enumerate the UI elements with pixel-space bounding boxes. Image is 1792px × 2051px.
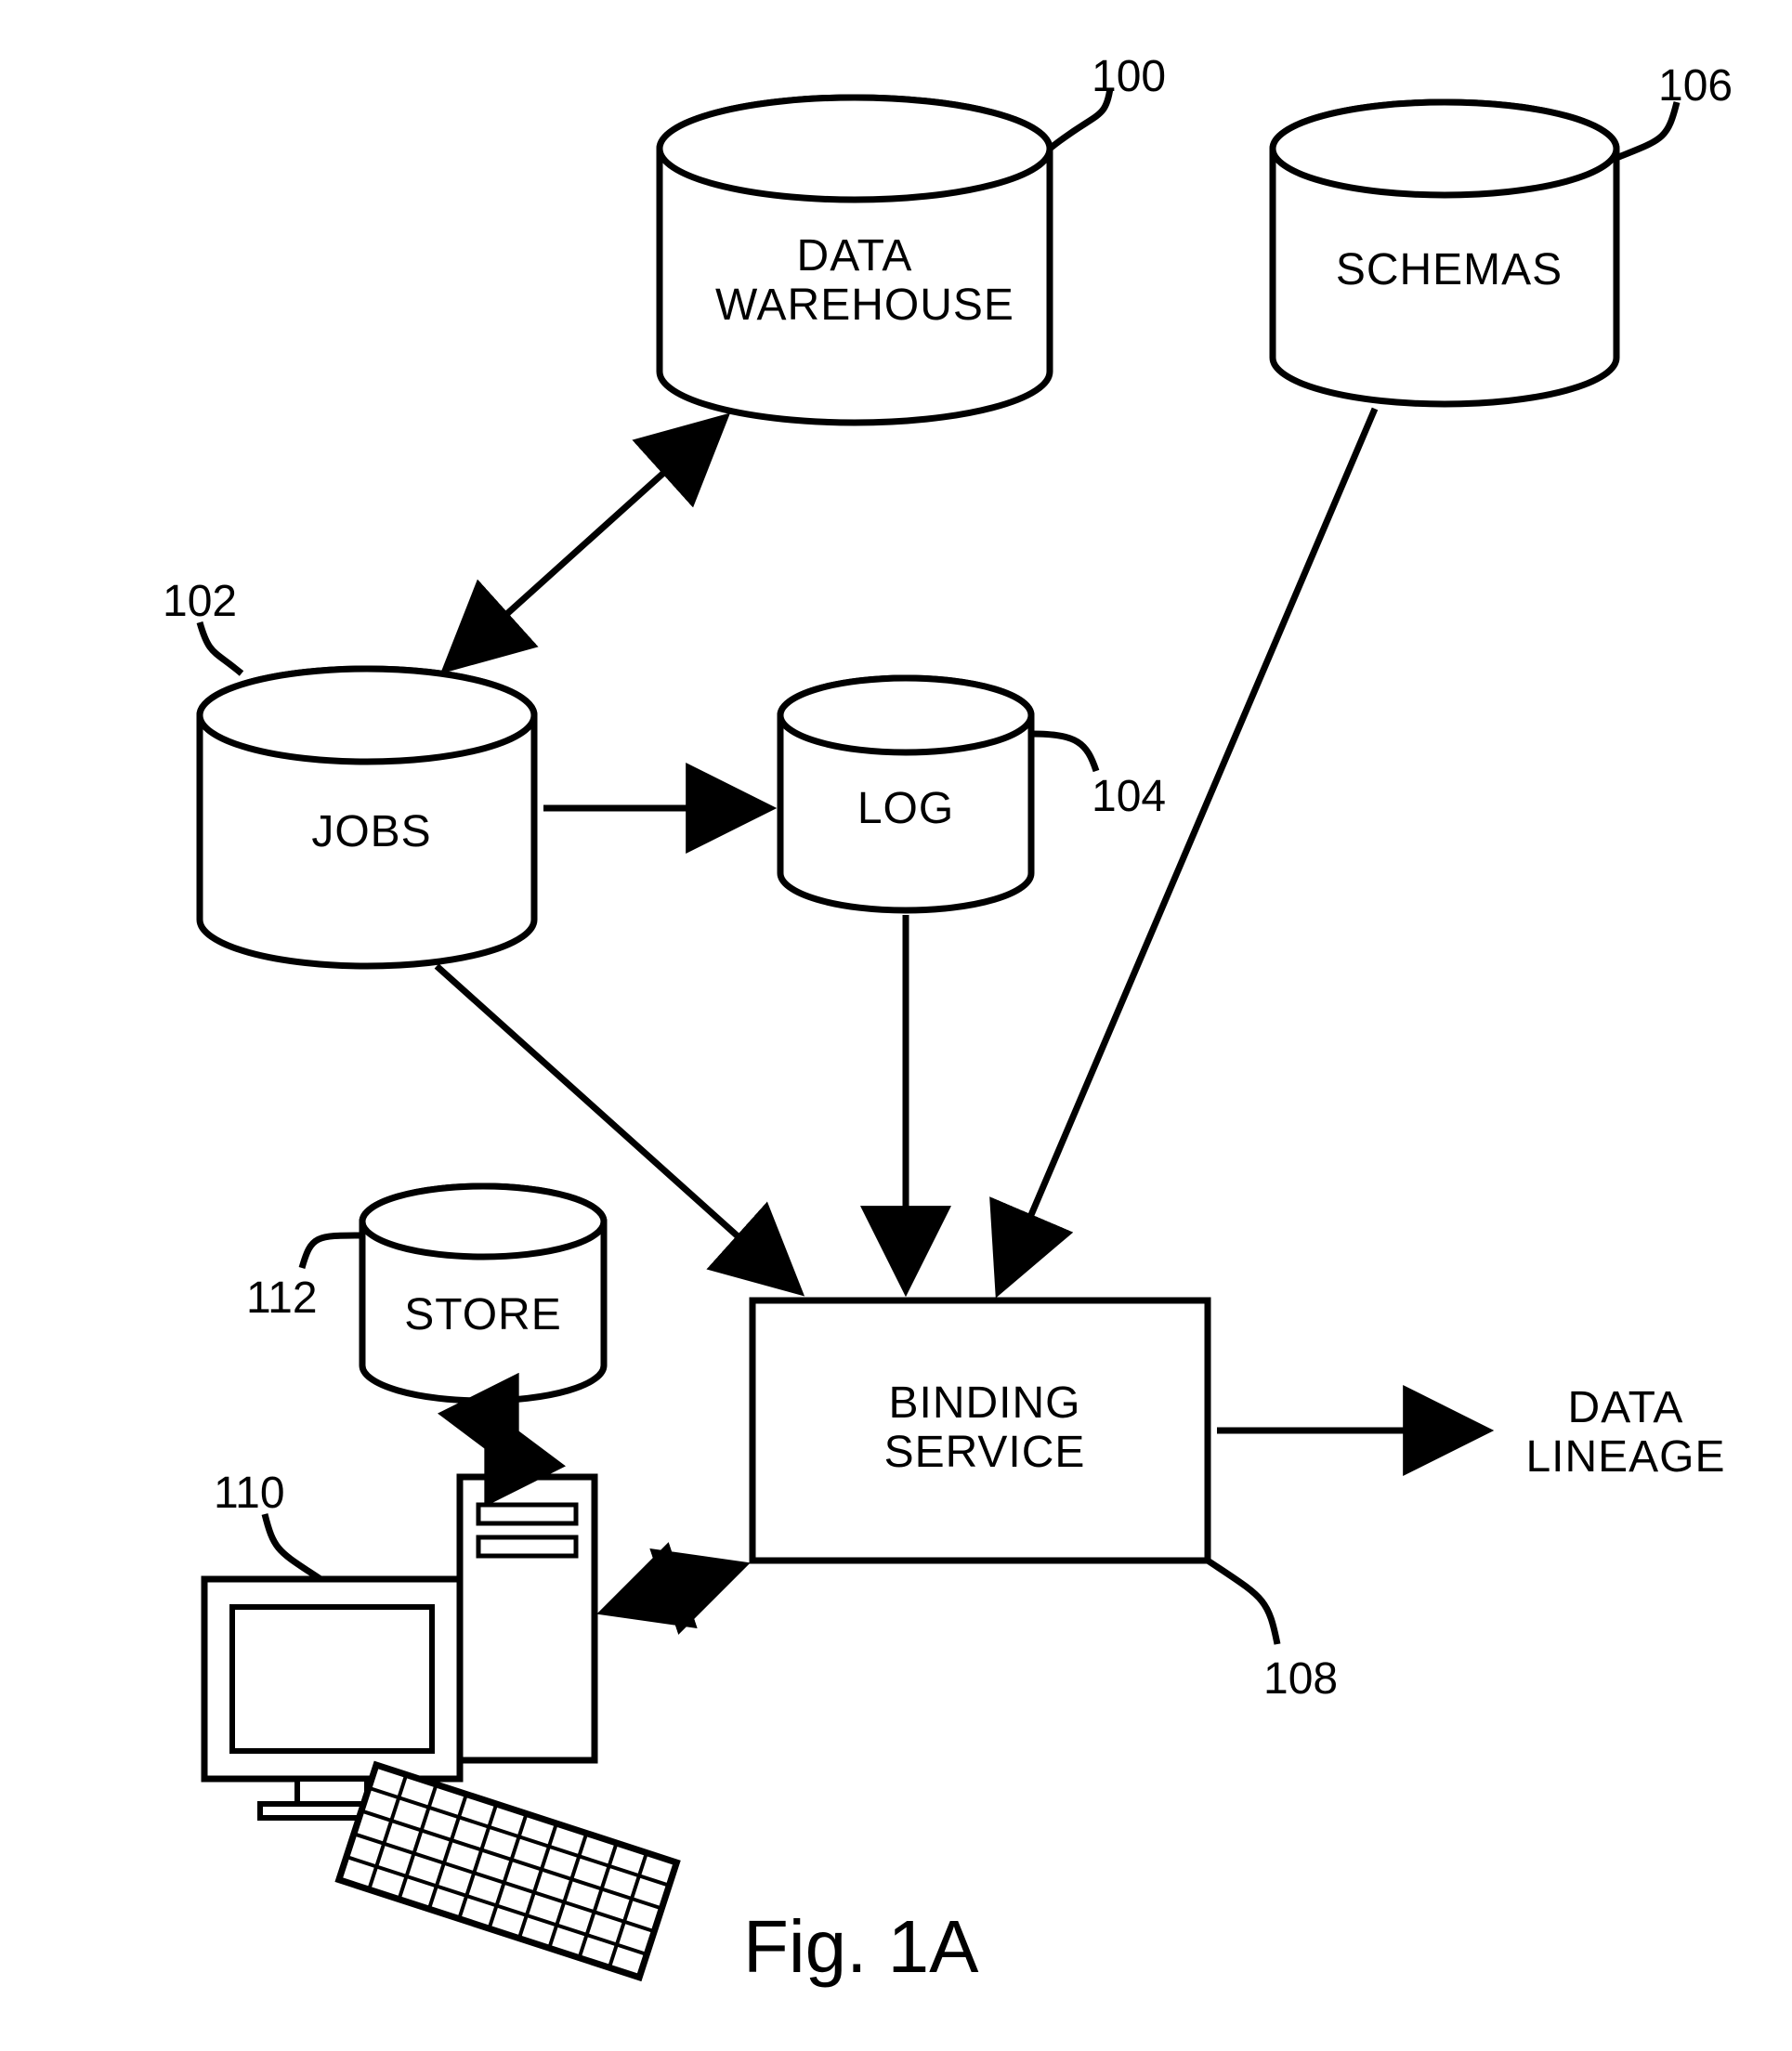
callout-112 [302, 1235, 362, 1268]
label-data-warehouse: DATA WAREHOUSE [715, 232, 994, 331]
edge-computer-binding [604, 1565, 743, 1612]
callout-110 [265, 1514, 320, 1579]
edge-jobs-datawarehouse [446, 418, 725, 669]
callout-102 [200, 622, 242, 673]
edge-schemas-binding [999, 409, 1375, 1291]
label-data-lineage: DATA LINEAGE [1505, 1384, 1746, 1483]
ref-104: 104 [1092, 771, 1166, 822]
label-jobs: JOBS [279, 808, 464, 857]
computer-icon [204, 1477, 676, 1978]
ref-100: 100 [1092, 51, 1166, 102]
figure-caption: Fig. 1A [743, 1904, 978, 1990]
ref-112: 112 [246, 1273, 318, 1324]
callout-104 [1031, 734, 1096, 771]
ref-110: 110 [214, 1468, 285, 1519]
label-log: LOG [836, 785, 975, 834]
ref-106: 106 [1658, 60, 1733, 111]
label-store: STORE [399, 1291, 567, 1340]
diagram-canvas: DATA WAREHOUSE 100 JOBS 102 LOG 104 SCHE… [0, 0, 1792, 2051]
callout-108 [1208, 1561, 1277, 1644]
ref-102: 102 [163, 576, 237, 627]
label-schemas: SCHEMAS [1319, 246, 1579, 295]
label-binding-service: BINDING SERVICE [799, 1379, 1171, 1478]
edge-store-computer [488, 1412, 516, 1468]
ref-108: 108 [1263, 1653, 1338, 1705]
